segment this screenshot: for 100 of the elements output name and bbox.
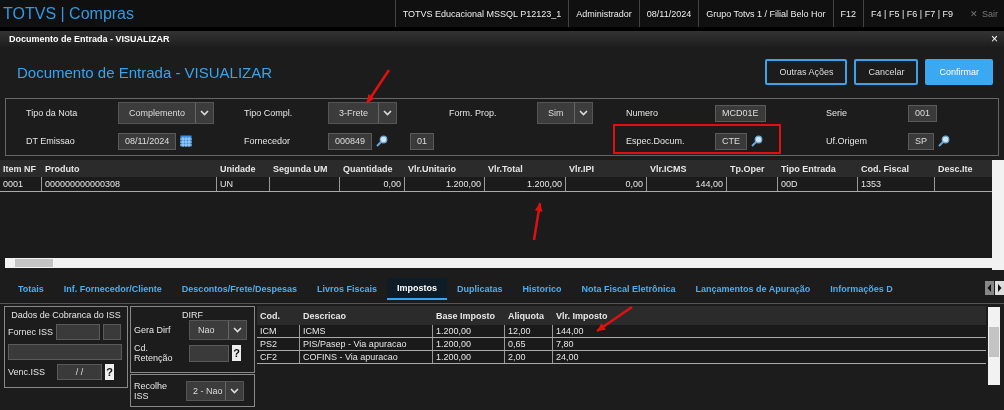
search-icon[interactable] bbox=[938, 135, 950, 147]
vertical-scrollbar[interactable] bbox=[992, 160, 1004, 270]
table-cell: 1.200,00 bbox=[485, 177, 566, 191]
tab[interactable]: Nota Fiscal Eletrônica bbox=[571, 278, 686, 300]
table-cell: 1.200,00 bbox=[405, 177, 485, 191]
search-icon[interactable] bbox=[751, 135, 763, 147]
column-header[interactable]: Vlr. Imposto bbox=[553, 310, 986, 321]
text-field[interactable] bbox=[103, 324, 122, 340]
column-header[interactable]: Aliquota bbox=[505, 310, 553, 321]
column-header[interactable]: Unidade bbox=[217, 163, 270, 174]
text-field[interactable] bbox=[56, 324, 101, 340]
action-button[interactable]: Outras Ações bbox=[765, 59, 848, 85]
dropdown[interactable]: 2 - Nao bbox=[186, 380, 244, 401]
column-header[interactable]: Segunda UM bbox=[270, 163, 340, 174]
page-title: Documento de Entrada - VISUALIZAR bbox=[17, 63, 274, 81]
search-icon[interactable] bbox=[376, 135, 389, 147]
column-header[interactable]: Tp.Oper bbox=[727, 163, 778, 174]
field-label: Tipo da Nota bbox=[26, 108, 79, 118]
table-cell: 0,00 bbox=[566, 177, 647, 191]
right-arrow-icon[interactable] bbox=[995, 281, 1004, 295]
tab[interactable]: Duplicatas bbox=[446, 278, 513, 300]
tab[interactable]: Informações D bbox=[820, 278, 903, 300]
help-button[interactable]: ? bbox=[232, 345, 241, 361]
tab[interactable]: Impostos bbox=[386, 278, 447, 300]
column-header[interactable]: Tipo Entrada bbox=[778, 163, 858, 174]
lookup-field[interactable]: CTE bbox=[715, 132, 747, 150]
text-field[interactable]: 001 bbox=[908, 104, 938, 122]
annotation-arrow bbox=[532, 202, 543, 241]
column-header[interactable]: Quantidade bbox=[340, 163, 405, 174]
action-button[interactable]: Cancelar bbox=[854, 59, 919, 85]
tab[interactable]: Livros Fiscais bbox=[306, 278, 387, 300]
date-field[interactable]: 08/11/2024 bbox=[118, 132, 177, 150]
field-label: DT Emissao bbox=[26, 136, 76, 146]
field-label: Gera Dirf bbox=[134, 325, 172, 335]
calendar-icon[interactable] bbox=[180, 135, 193, 147]
table-cell-text: 7,80 bbox=[555, 338, 575, 350]
text-field[interactable]: 01 bbox=[410, 132, 435, 150]
column-header[interactable]: Cod. Fiscal bbox=[858, 163, 935, 174]
left-arrow-icon[interactable] bbox=[985, 281, 994, 295]
table-cell: 0001 bbox=[0, 177, 42, 191]
table-cell: PIS/Pasep - Via apuracao bbox=[300, 338, 433, 350]
lookup-field[interactable]: SP bbox=[908, 132, 934, 150]
column-header[interactable]: Vlr.Total bbox=[485, 163, 566, 174]
help-button[interactable]: ? bbox=[105, 364, 114, 380]
text-field[interactable] bbox=[189, 344, 229, 362]
table-cell: 12,00 bbox=[505, 325, 553, 337]
tab[interactable]: Totais bbox=[8, 278, 54, 300]
table-cell: ICM bbox=[257, 325, 300, 337]
column-header[interactable]: Base Imposto bbox=[433, 310, 505, 321]
column-header[interactable]: Vlr.ICMS bbox=[647, 163, 727, 174]
column-header[interactable]: Vlr.IPI bbox=[566, 163, 647, 174]
field-label: Cd. Retenção bbox=[134, 343, 174, 363]
field-label: Recolhe ISS bbox=[134, 380, 169, 401]
table-cell: 2,00 bbox=[505, 351, 553, 363]
table-cell: 0,00 bbox=[340, 177, 405, 191]
tab[interactable]: Inf. Fornecedor/Cliente bbox=[53, 278, 172, 300]
column-header[interactable]: Vlr.Unitario bbox=[405, 163, 485, 174]
table-cell: ICMS bbox=[300, 325, 433, 337]
column-header[interactable]: Produto bbox=[42, 163, 217, 174]
dropdown[interactable]: 3-Frete bbox=[328, 102, 397, 124]
column-header[interactable]: Cod. bbox=[257, 310, 300, 321]
table-cell: COFINS - Via apuracao bbox=[300, 351, 433, 363]
text-field[interactable] bbox=[8, 344, 122, 360]
table-cell: 144,00 bbox=[647, 177, 727, 191]
caret-icon bbox=[383, 110, 392, 116]
table-cell-text: 24,00 bbox=[555, 351, 580, 363]
tab[interactable]: Historico bbox=[512, 278, 572, 300]
table-cell: 0,65 bbox=[505, 338, 553, 350]
column-header[interactable]: Descricao bbox=[300, 310, 433, 321]
field-label: Uf.Origem bbox=[826, 136, 868, 146]
table-cell: 1.200,00 bbox=[433, 351, 505, 363]
column-header[interactable]: Item NF bbox=[0, 163, 42, 174]
caret-icon bbox=[230, 387, 239, 394]
table-cell-text: 144,00 bbox=[555, 325, 585, 337]
tab[interactable]: Lançamentos de Apuração bbox=[685, 278, 821, 300]
annotation-arrow bbox=[365, 69, 391, 104]
dropdown[interactable]: Sim bbox=[537, 102, 593, 124]
text-field[interactable]: MCD01E bbox=[715, 104, 766, 122]
tab[interactable]: Descontos/Frete/Despesas bbox=[171, 278, 307, 300]
table-cell: 00D bbox=[778, 177, 858, 191]
dropdown[interactable]: Complemento bbox=[118, 102, 215, 124]
table-cell: 000000000000308 bbox=[42, 177, 217, 191]
field-label: Form. Prop. bbox=[449, 108, 498, 118]
dropdown[interactable]: Nao bbox=[189, 320, 247, 340]
field-label: Serie bbox=[826, 108, 848, 118]
table-cell: CF2 bbox=[257, 351, 300, 363]
table-cell: PS2 bbox=[257, 338, 300, 350]
caret-icon bbox=[578, 110, 588, 116]
table-cell: 1.200,00 bbox=[433, 338, 505, 350]
column-header[interactable]: Desc.Ite bbox=[935, 163, 995, 174]
vertical-scrollbar[interactable] bbox=[988, 307, 1000, 385]
field-label: Venc.ISS bbox=[8, 367, 47, 377]
date-field[interactable]: / / bbox=[57, 364, 102, 380]
caret-icon bbox=[233, 327, 242, 333]
field-label: Fornec ISS bbox=[8, 327, 54, 337]
lookup-field[interactable]: 000849 bbox=[328, 132, 373, 150]
horizontal-scrollbar[interactable] bbox=[5, 258, 992, 268]
close-button[interactable]: × bbox=[991, 32, 998, 46]
field-label: Fornecedor bbox=[244, 136, 292, 146]
field-label: Espec.Docum. bbox=[626, 136, 686, 146]
